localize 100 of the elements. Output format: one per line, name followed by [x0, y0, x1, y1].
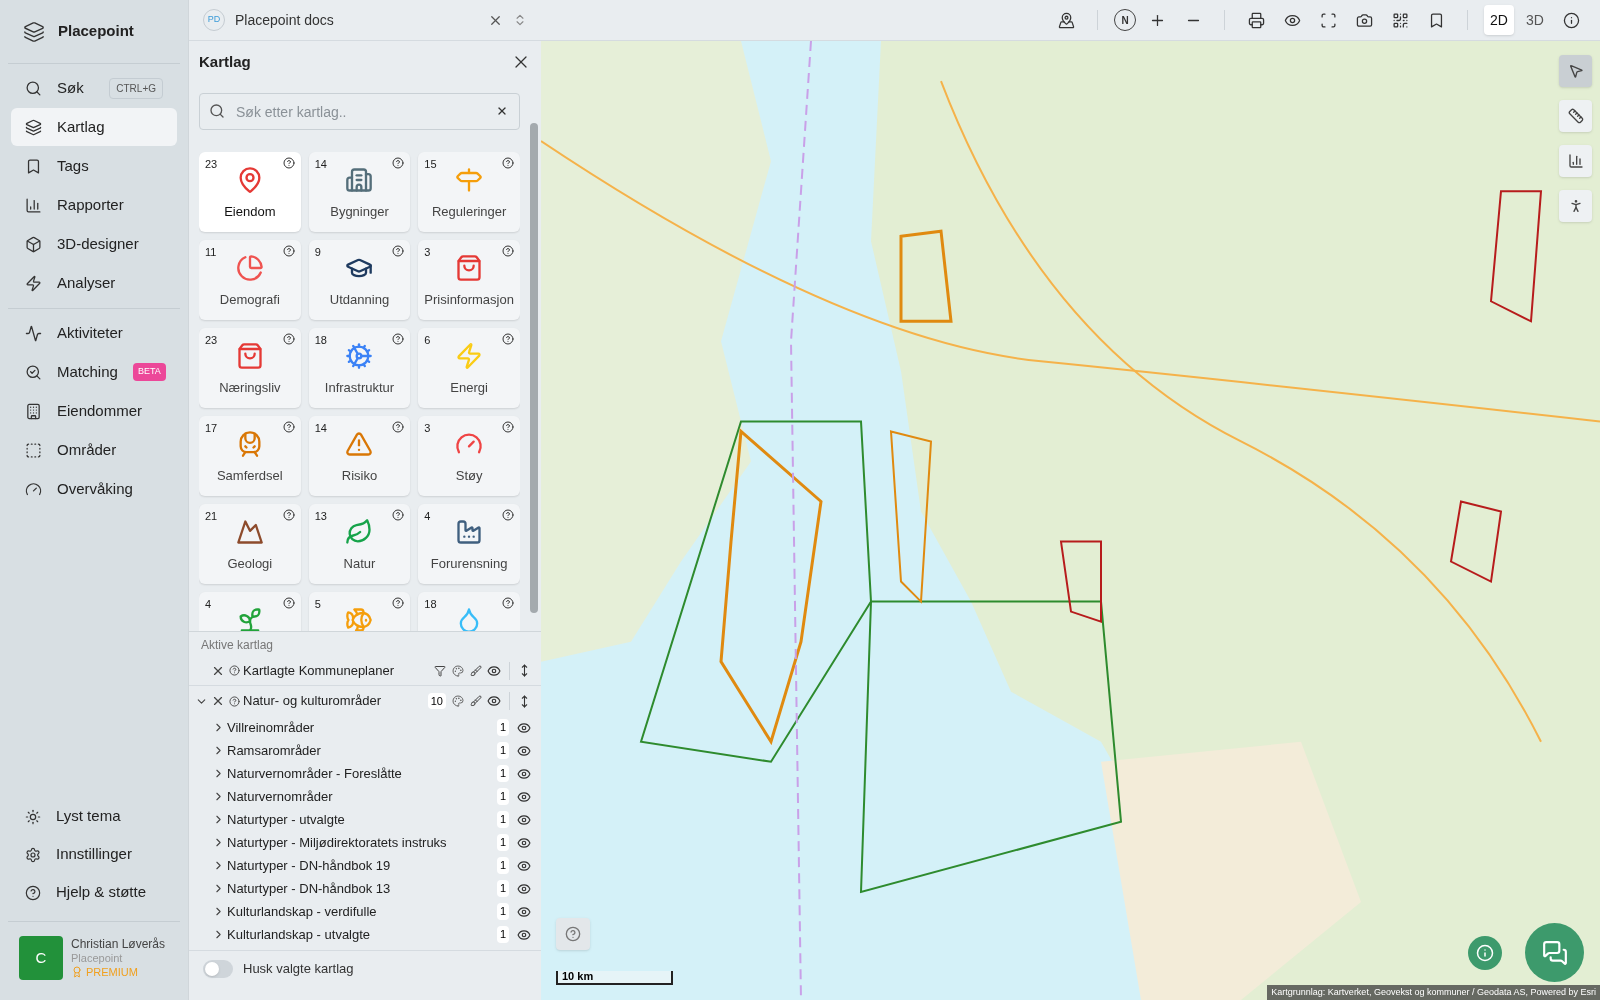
help-icon[interactable] [282, 421, 295, 433]
nav-item[interactable]: Områder [11, 431, 177, 469]
nav-item[interactable]: Eiendommer [11, 392, 177, 430]
sublayer-row[interactable]: Villreinområder 1 [189, 716, 541, 739]
help-icon[interactable] [392, 333, 405, 345]
nav-item[interactable]: Søk CTRL+G [11, 69, 177, 107]
sublayer-row[interactable]: Naturvernområder 1 [189, 785, 541, 808]
visibility-icon[interactable] [487, 694, 501, 708]
help-icon[interactable] [392, 245, 405, 257]
help-icon[interactable] [502, 421, 514, 433]
nav-item[interactable]: Aktiviteter [11, 314, 177, 352]
help-icon[interactable] [392, 421, 405, 433]
visibility-icon[interactable] [517, 927, 531, 942]
nav-item[interactable]: Analyser [11, 264, 177, 302]
sublayer-row[interactable]: Naturtyper - Miljødirektoratets instruks 1 [189, 831, 541, 854]
help-icon[interactable] [392, 509, 405, 521]
category-card[interactable]: 4 [199, 592, 301, 631]
visibility-icon[interactable] [517, 858, 531, 873]
scrollbar-thumb[interactable] [530, 123, 538, 613]
toggle-switch[interactable] [203, 959, 233, 978]
map-tool-button[interactable] [1559, 55, 1592, 87]
map-tool-button[interactable] [1559, 190, 1592, 222]
help-icon[interactable] [392, 597, 405, 609]
camera-icon[interactable] [1355, 11, 1373, 29]
nav-item[interactable]: Rapporter [11, 186, 177, 224]
help-icon[interactable] [502, 245, 514, 257]
category-card[interactable]: 5 [308, 592, 411, 631]
sublayer-row[interactable]: Ramsarområder 1 [189, 739, 541, 762]
visibility-icon[interactable] [517, 881, 531, 896]
help-icon[interactable] [502, 509, 514, 521]
nav-item[interactable]: Overvåking [11, 470, 177, 508]
nav-item[interactable]: Lyst tema [11, 798, 177, 835]
help-icon[interactable] [229, 665, 240, 676]
map-tool-button[interactable] [1559, 100, 1592, 132]
category-card[interactable]: 11 Demografi [199, 240, 301, 320]
nav-item[interactable]: Hjelp & støtte [11, 874, 177, 911]
visibility-icon[interactable] [517, 835, 531, 850]
category-card[interactable]: 4 Forurensning [418, 504, 520, 584]
nav-item[interactable]: Tags [11, 147, 177, 185]
help-icon[interactable] [502, 157, 514, 169]
category-card[interactable]: 23 Eiendom [199, 152, 301, 232]
category-card[interactable]: 15 Reguleringer [418, 152, 520, 232]
map-view[interactable]: 10 km Kartgrunnlag: Kartverket, Geovekst og kommuner / Geodata AS, Powered by Esri [541, 41, 1600, 1000]
help-button[interactable] [556, 918, 590, 950]
sublayer-row[interactable]: Naturtyper - DN-håndbok 13 1 [189, 877, 541, 900]
category-card[interactable]: 13 Natur [308, 504, 411, 584]
view-mode-tab[interactable]: 2D [1484, 5, 1514, 35]
help-icon[interactable] [282, 157, 295, 169]
sublayer-row[interactable]: Naturvernområder - Foreslåtte 1 [189, 762, 541, 785]
palette-icon[interactable] [452, 664, 464, 677]
visibility-icon[interactable] [517, 812, 531, 827]
document-title[interactable]: Placepoint docs [235, 9, 334, 31]
clear-icon[interactable] [496, 105, 508, 117]
sublayer-row[interactable]: Naturtyper - utvalgte 1 [189, 808, 541, 831]
brush-icon[interactable] [470, 695, 482, 707]
category-card[interactable]: 18 [418, 592, 520, 631]
category-card[interactable]: 21 Geologi [199, 504, 301, 584]
sublayer-row[interactable]: Naturtyper - DN-håndbok 19 1 [189, 854, 541, 877]
category-card[interactable]: 6 Energi [418, 328, 520, 408]
visibility-icon[interactable] [517, 743, 531, 758]
map-pin-icon[interactable] [1057, 11, 1075, 29]
category-card[interactable]: 17 Samferdsel [199, 416, 301, 496]
view-mode-tab[interactable]: 3D [1520, 5, 1550, 35]
sublayer-row[interactable]: Kulturlandskap - utvalgte 1 [189, 923, 541, 946]
help-icon[interactable] [282, 597, 295, 609]
visibility-icon[interactable] [517, 766, 531, 781]
visibility-icon[interactable] [517, 789, 531, 804]
category-card[interactable]: 18 Infrastruktur [308, 328, 411, 408]
category-card[interactable]: 14 Risiko [308, 416, 411, 496]
help-icon[interactable] [229, 695, 240, 707]
nav-item[interactable]: Innstillinger [11, 836, 177, 873]
help-icon[interactable] [502, 597, 514, 609]
map-tool-button[interactable] [1559, 145, 1592, 177]
help-icon[interactable] [282, 245, 295, 257]
nav-item[interactable]: Kartlag [11, 108, 177, 146]
filter-icon[interactable] [434, 664, 446, 677]
nav-item[interactable]: 3D-designer [11, 225, 177, 263]
help-icon[interactable] [282, 509, 295, 521]
help-icon[interactable] [392, 157, 405, 169]
print-icon[interactable] [1247, 11, 1265, 29]
category-card[interactable]: 9 Utdanning [308, 240, 411, 320]
visibility-icon[interactable] [487, 663, 501, 678]
category-card[interactable]: 3 Støy [418, 416, 520, 496]
qr-code-icon[interactable] [1391, 11, 1409, 29]
palette-icon[interactable] [452, 695, 464, 707]
help-icon[interactable] [502, 333, 514, 345]
remove-icon[interactable] [211, 694, 225, 708]
category-card[interactable]: 3 Prisinformasjon [418, 240, 520, 320]
user-avatar[interactable]: C [19, 936, 63, 980]
nav-item[interactable]: Matching BETA [11, 353, 177, 391]
visibility-icon[interactable] [517, 720, 531, 735]
help-icon[interactable] [282, 333, 295, 345]
category-card[interactable]: 23 Næringsliv [199, 328, 301, 408]
brush-icon[interactable] [470, 664, 482, 677]
info-icon[interactable] [1562, 11, 1580, 29]
fullscreen-icon[interactable] [1319, 11, 1337, 29]
category-card[interactable]: 14 Bygninger [308, 152, 411, 232]
search-field[interactable]: Søk etter kartlag.. [199, 93, 520, 130]
visibility-icon[interactable] [517, 904, 531, 919]
sublayer-row[interactable]: Kulturlandskap - verdifulle 1 [189, 900, 541, 923]
